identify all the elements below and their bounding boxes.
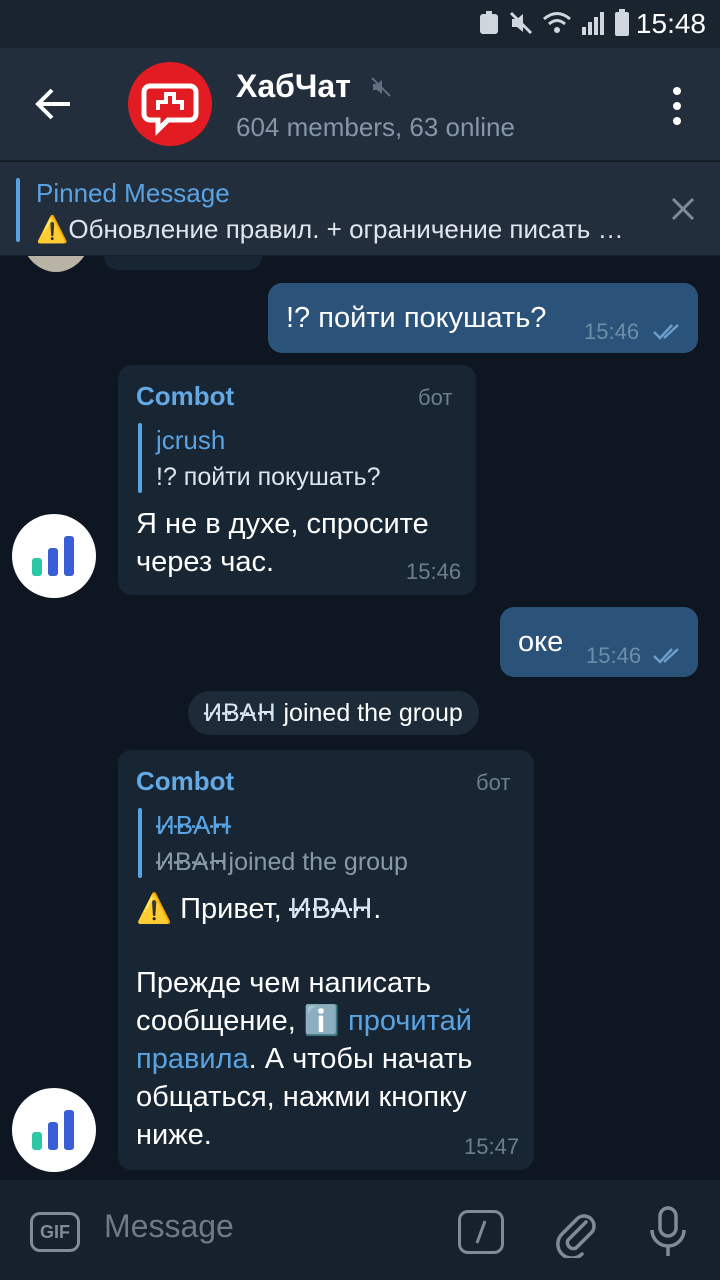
message-partial[interactable] bbox=[104, 256, 262, 270]
message-input[interactable] bbox=[104, 1208, 424, 1245]
status-icons bbox=[478, 9, 630, 37]
pinned-close-button[interactable] bbox=[668, 194, 698, 224]
message-text-line4: общаться, нажми кнопку bbox=[136, 1081, 467, 1113]
mute-status-icon bbox=[509, 11, 533, 35]
chat-header: ХабЧат 604 members, 63 online bbox=[0, 48, 720, 160]
signal-icon bbox=[582, 12, 604, 35]
reply-text: joined the group bbox=[228, 848, 408, 876]
message-incoming[interactable]: Combot бот ИВАН ИВАНjoined the group ⚠️ … bbox=[118, 750, 534, 1170]
message-text-line5: ниже. bbox=[136, 1119, 212, 1151]
microphone-icon bbox=[650, 1206, 686, 1256]
avatar-partial[interactable] bbox=[20, 256, 92, 272]
microphone-button[interactable] bbox=[648, 1204, 688, 1260]
gif-button[interactable]: GIF bbox=[30, 1212, 80, 1252]
bot-tag: бот bbox=[418, 385, 453, 410]
message-text-line1: Я не в духе, спросите bbox=[136, 508, 429, 540]
sender-name[interactable]: Combot bbox=[136, 766, 234, 797]
pinned-bar bbox=[16, 178, 20, 242]
message-list[interactable]: !? пойти покушать? 15:46 Combot бот jcru… bbox=[0, 256, 720, 1180]
message-outgoing[interactable]: !? пойти покушать? 15:46 bbox=[268, 283, 698, 353]
rules-link-part2[interactable]: правила bbox=[136, 1043, 249, 1075]
service-text: joined the group bbox=[283, 699, 463, 727]
service-message: ИВАН joined the group bbox=[188, 691, 479, 735]
status-bar: 15:48 bbox=[0, 0, 720, 48]
pinned-message[interactable]: Pinned Message ⚠️Обновление правил. + ог… bbox=[0, 161, 720, 255]
mute-icon bbox=[371, 77, 391, 97]
greeting-prefix: ⚠️ Привет, bbox=[136, 893, 290, 925]
message-time: 15:46 bbox=[586, 643, 642, 668]
message-text-line1: Прежде чем написать bbox=[136, 967, 431, 999]
message-time: 15:47 bbox=[464, 1134, 520, 1159]
read-check-icon bbox=[653, 324, 679, 340]
habr-logo-icon bbox=[141, 83, 199, 137]
sender-name[interactable]: Combot bbox=[136, 381, 234, 412]
message-text-line3: правила. А чтобы начать bbox=[136, 1040, 472, 1078]
more-vertical-icon bbox=[673, 87, 681, 125]
back-arrow-icon bbox=[35, 88, 70, 120]
reply-text: !? пойти покушать? bbox=[156, 463, 381, 491]
bot-chart-icon bbox=[32, 1110, 74, 1150]
reply-user: ИВАН bbox=[156, 848, 229, 876]
battery-icon bbox=[615, 9, 629, 36]
reply-name[interactable]: ИВАН bbox=[156, 810, 231, 841]
reply-bar bbox=[138, 808, 142, 878]
message-incoming[interactable]: Combot бот jcrush !? пойти покушать? Я н… bbox=[118, 365, 476, 595]
message-composer: GIF bbox=[0, 1180, 720, 1280]
status-time: 15:48 bbox=[635, 8, 706, 39]
greeting-line: ⚠️ Привет, ИВАН. bbox=[136, 890, 381, 928]
message-text-line2: сообщение, ℹ️ прочитай bbox=[136, 1002, 472, 1040]
paperclip-icon bbox=[556, 1214, 596, 1260]
rules-link-part1[interactable]: прочитай bbox=[348, 1005, 472, 1037]
pinned-text: ⚠️Обновление правил. + ограничение писат… bbox=[36, 214, 636, 244]
reply-bar bbox=[138, 423, 142, 493]
info-icon: ℹ️ bbox=[303, 1005, 340, 1037]
reply-name[interactable]: jcrush bbox=[156, 425, 225, 456]
pinned-label: Pinned Message bbox=[36, 178, 230, 208]
message-text: !? пойти покушать? bbox=[286, 302, 547, 334]
message-text-line2: через час. bbox=[136, 546, 275, 578]
chat-title[interactable]: ХабЧат bbox=[236, 68, 351, 105]
read-check-icon bbox=[653, 648, 679, 664]
chat-subtitle: 604 members, 63 online bbox=[236, 112, 515, 142]
greeting-suffix: . bbox=[373, 893, 382, 925]
wifi-icon bbox=[543, 12, 571, 33]
battery-saver-icon bbox=[480, 11, 498, 34]
command-icon bbox=[475, 1220, 487, 1244]
group-avatar[interactable] bbox=[128, 62, 212, 146]
message-time: 15:46 bbox=[584, 319, 640, 344]
back-button[interactable] bbox=[24, 74, 84, 134]
combot-avatar[interactable] bbox=[12, 514, 96, 598]
combot-avatar[interactable] bbox=[12, 1088, 96, 1172]
bot-tag: бот bbox=[476, 770, 511, 795]
more-menu-button[interactable] bbox=[662, 84, 692, 128]
message-outgoing[interactable]: оке 15:46 bbox=[500, 607, 698, 677]
command-button[interactable] bbox=[458, 1210, 504, 1254]
bot-chart-icon bbox=[32, 536, 74, 576]
reply-text-wrap: ИВАНjoined the group bbox=[156, 848, 408, 877]
line2-prefix: сообщение, bbox=[136, 1005, 304, 1037]
line3-suffix: . А чтобы начать bbox=[248, 1043, 473, 1075]
attach-button[interactable] bbox=[552, 1206, 600, 1260]
message-text: оке bbox=[518, 626, 564, 658]
greeting-user-mention[interactable]: ИВАН bbox=[290, 893, 374, 925]
message-time: 15:46 bbox=[406, 559, 462, 584]
service-user[interactable]: ИВАН bbox=[204, 699, 277, 727]
close-icon bbox=[671, 197, 695, 221]
